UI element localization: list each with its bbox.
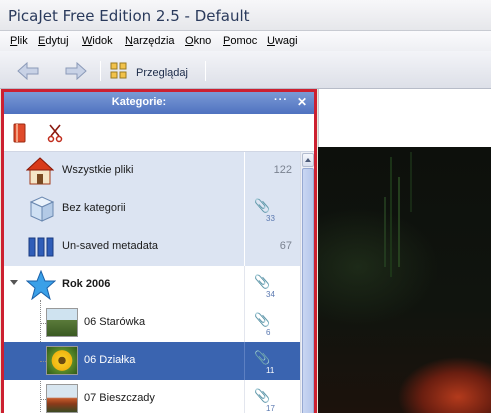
paperclip-icon: 📎: [254, 388, 271, 403]
main-content: [318, 89, 491, 413]
category-row-all-files[interactable]: Wszystkie pliki 122: [4, 152, 300, 190]
back-button[interactable]: [14, 60, 42, 82]
category-count: 122: [273, 164, 292, 176]
scroll-up-button[interactable]: [302, 153, 314, 167]
new-category-icon[interactable]: [12, 123, 28, 143]
category-row-starowka[interactable]: 06 Starówka 📎 6: [4, 304, 300, 342]
menu-widok[interactable]: Widok: [82, 35, 113, 47]
panel-toolbar: [4, 114, 314, 152]
menu-uwagi[interactable]: Uwagi: [267, 35, 298, 47]
category-label: Rok 2006: [62, 278, 111, 290]
category-list: Wszystkie pliki 122 Bez kategorii 📎 33 U…: [4, 152, 300, 413]
category-row-dzialka[interactable]: 06 Działka 📎 11: [4, 342, 300, 380]
title-bar: PicaJet Free Edition 2.5 - Default: [0, 0, 491, 31]
category-row-bieszczady[interactable]: 07 Bieszczady 📎 17: [4, 380, 300, 413]
category-label: Wszystkie pliki: [62, 164, 134, 176]
forward-arrow-icon: [65, 61, 87, 81]
photo-preview: [318, 147, 491, 413]
category-count: 6: [266, 328, 271, 337]
toolbar-separator: [100, 61, 101, 81]
browse-label: Przeglądaj: [136, 67, 188, 79]
forward-button[interactable]: [62, 60, 90, 82]
category-count: 11: [266, 366, 275, 375]
cut-icon[interactable]: [46, 123, 64, 143]
category-count: 17: [266, 404, 275, 413]
categories-panel: Kategorie: ··· ✕ Wszystkie pliki 122 Bez…: [1, 89, 317, 413]
category-row-year-2006[interactable]: Rok 2006 📎 34: [4, 266, 300, 304]
grid-view-icon: [110, 62, 127, 79]
category-label: 06 Starówka: [84, 316, 146, 328]
menu-bar: Plik Edytuj Widok Narzędzia Okno Pomoc U…: [0, 31, 491, 51]
category-row-uncategorized[interactable]: Bez kategorii 📎 33: [4, 190, 300, 228]
panel-title: Kategorie:: [111, 96, 167, 108]
box-icon: [29, 196, 55, 222]
metadata-bars-icon: [28, 237, 54, 257]
menu-edytuj[interactable]: Edytuj: [38, 35, 69, 47]
menu-narzedzia[interactable]: Narzędzia: [125, 35, 175, 47]
menu-okno[interactable]: Okno: [185, 35, 211, 47]
toolbar: Przeglądaj: [0, 51, 491, 89]
panel-header: Kategorie: ··· ✕: [4, 92, 314, 114]
window-title: PicaJet Free Edition 2.5 - Default: [8, 7, 250, 25]
category-label: 07 Bieszczady: [84, 392, 155, 404]
category-label: Bez kategorii: [62, 202, 126, 214]
panel-options-button[interactable]: ···: [274, 94, 288, 106]
category-count: 33: [266, 214, 275, 223]
category-count: 67: [279, 240, 292, 252]
thumbnail-image: [46, 308, 78, 337]
panel-close-button[interactable]: ✕: [297, 95, 307, 109]
menu-pomoc[interactable]: Pomoc: [223, 35, 257, 47]
paperclip-icon: 📎: [254, 312, 271, 327]
toolbar-separator: [205, 61, 206, 81]
thumbnail-image: [46, 384, 78, 413]
thumbnail-image: [46, 346, 78, 375]
paperclip-icon: 📎: [254, 274, 271, 289]
back-arrow-icon: [17, 61, 39, 81]
menu-plik[interactable]: Plik: [10, 35, 28, 47]
content-header-area: [318, 89, 491, 147]
home-icon: [26, 157, 54, 185]
category-label: 06 Działka: [84, 354, 136, 366]
star-icon: [26, 270, 56, 300]
paperclip-icon: 📎: [254, 198, 271, 213]
category-list-scrollbar[interactable]: [300, 152, 314, 413]
paperclip-icon: 📎: [254, 350, 271, 365]
scroll-thumb[interactable]: [302, 168, 314, 413]
category-row-unsaved-metadata[interactable]: Un-saved metadata 67: [4, 228, 300, 266]
category-count: 34: [266, 290, 275, 299]
category-label: Un-saved metadata: [62, 240, 158, 252]
collapse-arrow-icon[interactable]: [10, 280, 18, 285]
